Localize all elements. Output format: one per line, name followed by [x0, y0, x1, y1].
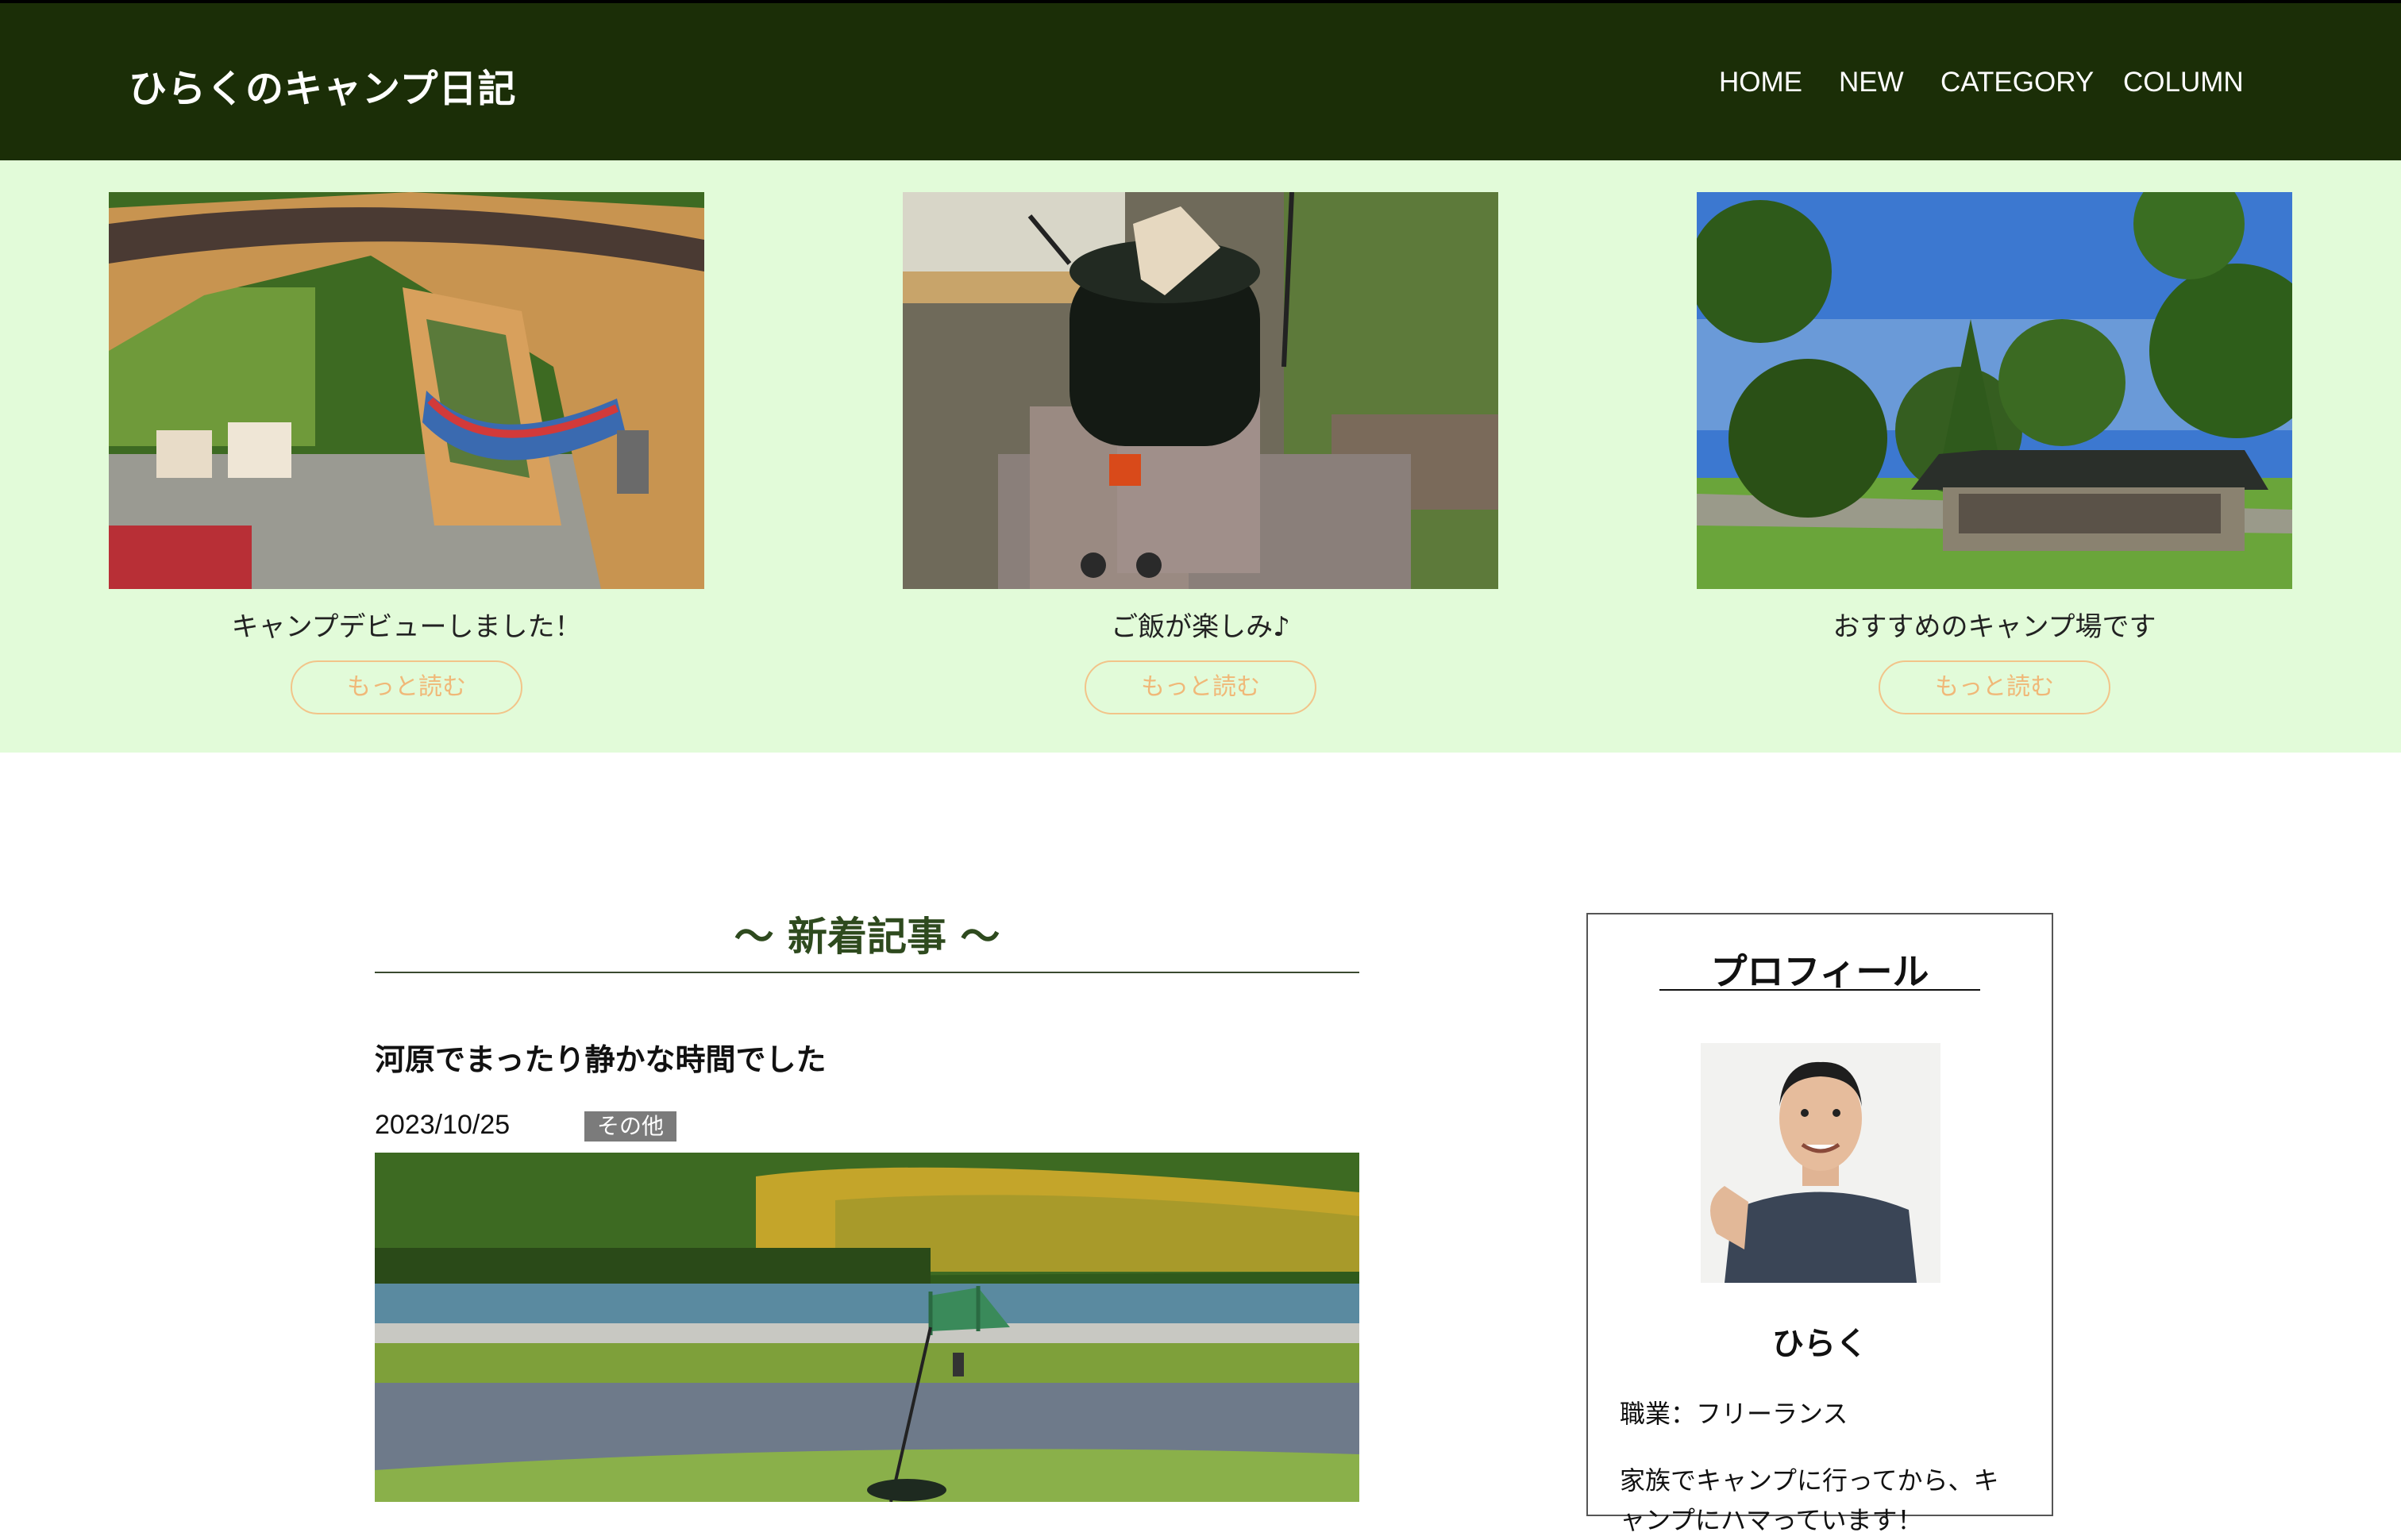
card-caption: キャンプデビューしました！	[231, 611, 582, 643]
profile-job: 職業：フリーランス	[1620, 1399, 1848, 1429]
card-caption: おすすめのキャンプ場です	[1833, 611, 2156, 643]
section-title: 〜 新着記事 〜	[734, 914, 1000, 960]
profile-heading: プロフィール	[1710, 950, 1929, 993]
post-title[interactable]: 河原でまったり静かな時間でした	[375, 1035, 826, 1079]
avatar	[1701, 1043, 1940, 1283]
profile-widget: プロフィール ひらく 職業：フリーランス 家族でキャンプに行ってから、キャンプに…	[1586, 913, 2053, 1535]
site-header: ひらくのキャンプ日記 HOME NEW CATEGORY COLUMN	[0, 0, 2401, 160]
featured-card: おすすめのキャンプ場です もっと読む	[1697, 192, 2292, 716]
post-date: 2023/10/25	[375, 1110, 511, 1140]
read-more-button[interactable]: もっと読む	[291, 660, 522, 714]
riverside-photo[interactable]	[375, 1153, 1359, 1502]
nav-category[interactable]: CATEGORY	[1940, 67, 2094, 98]
profile-bio: 家族でキャンプに行ってから、キャンプにハマっています！	[1620, 1465, 1999, 1535]
category-badge[interactable]: その他	[584, 1111, 677, 1142]
nav-new[interactable]: NEW	[1839, 67, 1904, 98]
campsite-park-photo[interactable]	[1697, 192, 2292, 589]
nav-column[interactable]: COLUMN	[2123, 67, 2244, 98]
profile-name: ひらく	[1772, 1326, 1867, 1362]
featured-card: ご飯が楽しみ♪ もっと読む	[903, 192, 1498, 716]
tent-hammock-photo[interactable]	[109, 192, 704, 589]
section-divider	[375, 972, 1359, 973]
main-nav: HOME NEW CATEGORY COLUMN	[0, 67, 2401, 102]
read-more-button[interactable]: もっと読む	[1879, 660, 2110, 714]
nav-home[interactable]: HOME	[1719, 67, 1802, 98]
featured-card: キャンプデビューしました！ もっと読む	[109, 192, 704, 716]
card-caption: ご飯が楽しみ♪	[1111, 611, 1290, 643]
featured-posts: キャンプデビューしました！ もっと読む ご飯が楽しみ♪ もっと読む おすすめのキ…	[0, 160, 2401, 753]
mess-tin-stove-photo[interactable]	[903, 192, 1498, 589]
read-more-button[interactable]: もっと読む	[1085, 660, 1316, 714]
profile-heading-underline	[1659, 989, 1980, 991]
